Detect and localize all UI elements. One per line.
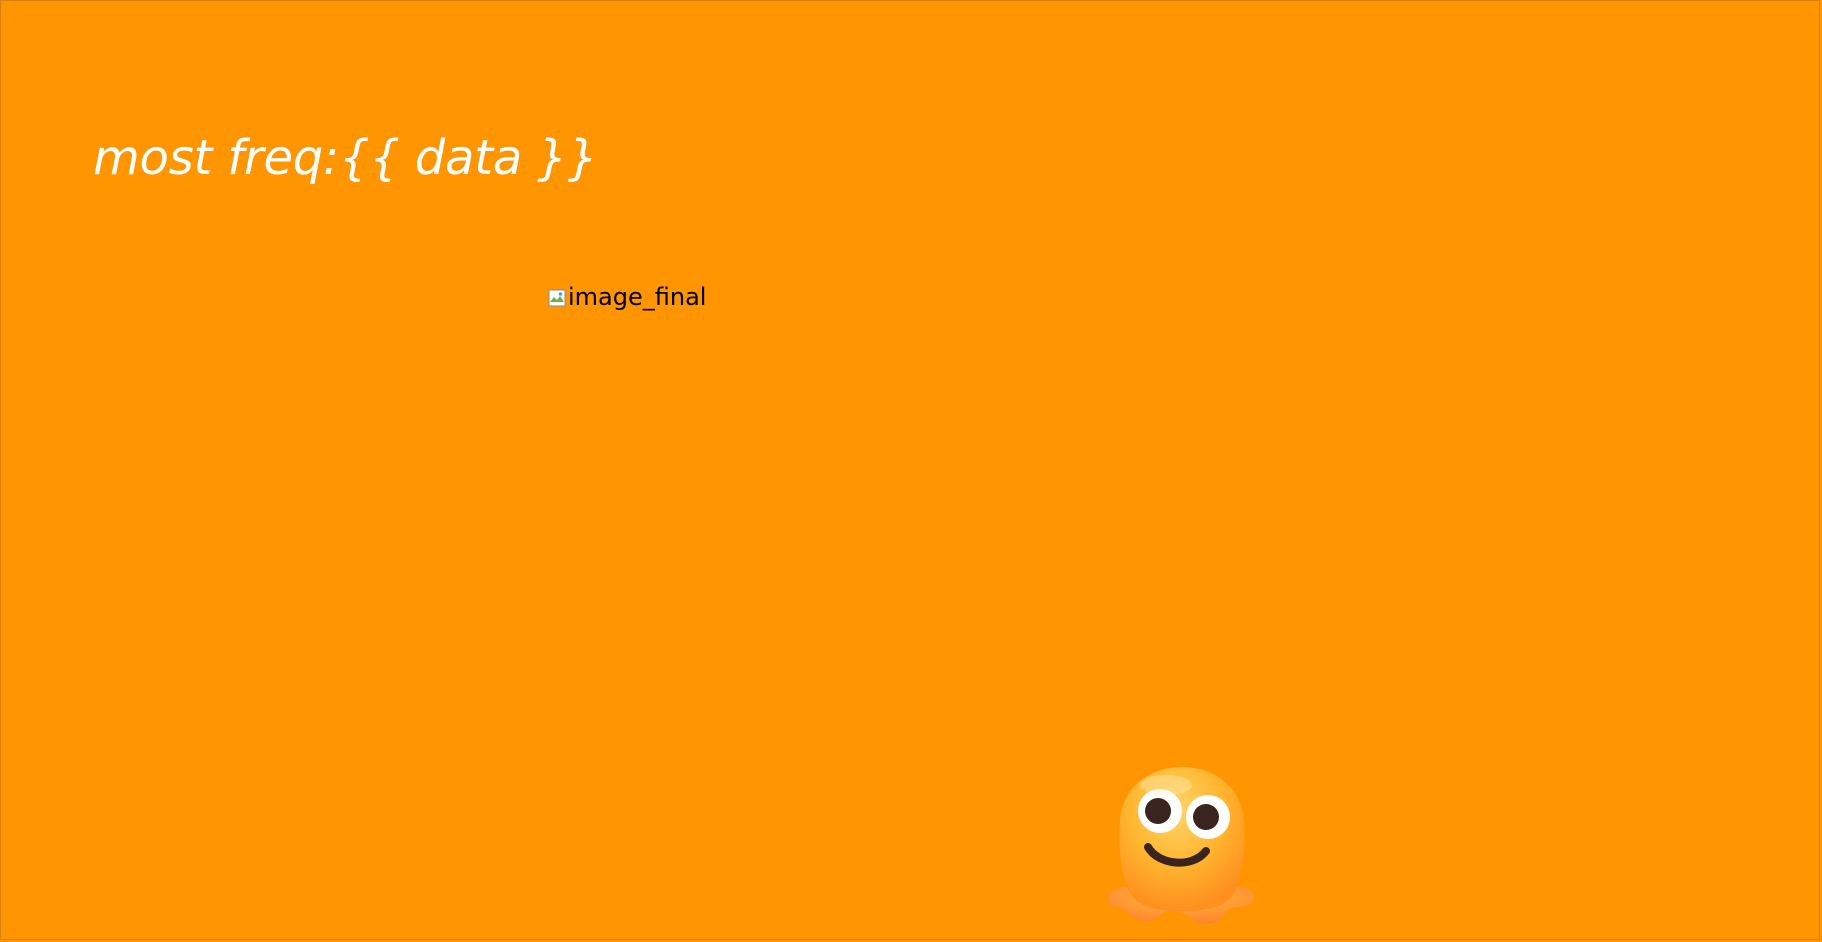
broken-image: image_final xyxy=(548,283,706,311)
broken-image-icon xyxy=(548,289,566,307)
page-title: most freq:{{ data }} xyxy=(93,130,598,186)
melting-face-mascot-icon xyxy=(1108,767,1255,924)
broken-image-alt-text: image_final xyxy=(568,283,707,311)
